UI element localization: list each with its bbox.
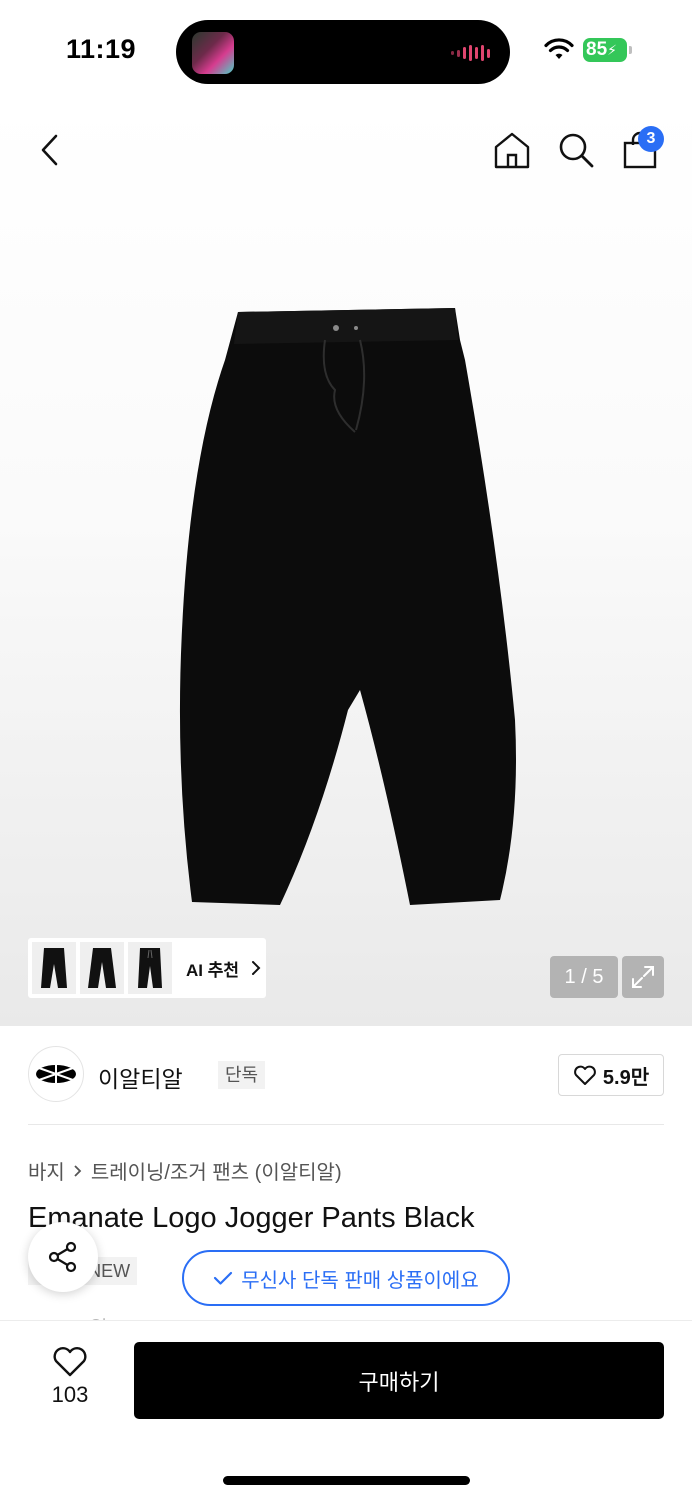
dynamic-island[interactable] xyxy=(176,20,510,84)
recommended-item-thumbnail[interactable] xyxy=(80,942,124,994)
pants-thumbnail-icon xyxy=(88,948,116,988)
breadcrumb-item[interactable]: 바지 xyxy=(28,1156,65,1185)
check-icon xyxy=(214,1271,233,1285)
heart-outline-icon xyxy=(53,1347,87,1377)
wifi-icon xyxy=(544,38,574,59)
product-price: 38,000원 xyxy=(28,1312,108,1320)
exclusive-sale-toast: 무신사 단독 판매 상품이에요 xyxy=(182,1250,510,1306)
cart-count-badge: 3 xyxy=(638,126,664,152)
brand-name[interactable]: 이알티알 xyxy=(98,1060,183,1094)
toast-text: 무신사 단독 판매 상품이에요 xyxy=(241,1269,479,1292)
brand-row: 이알티알 단독 5.9만 xyxy=(28,1046,664,1104)
heart-outline-icon xyxy=(574,1065,596,1085)
share-button[interactable] xyxy=(28,1222,98,1292)
home-button[interactable] xyxy=(490,128,534,172)
recommended-item-thumbnail[interactable] xyxy=(128,942,172,994)
pants-thumbnail-icon xyxy=(138,948,162,988)
now-playing-artwork xyxy=(192,32,234,74)
status-time: 11:19 xyxy=(66,34,137,64)
image-page-counter: 1 / 5 xyxy=(550,956,618,998)
brand-logo-icon xyxy=(36,1065,76,1083)
share-icon xyxy=(48,1241,77,1273)
charging-icon: ⚡ xyxy=(607,42,617,58)
buy-button[interactable]: 구매하기 xyxy=(134,1342,664,1419)
battery-indicator: 85⚡ xyxy=(583,38,632,62)
back-button[interactable] xyxy=(28,128,72,172)
brand-logo[interactable] xyxy=(28,1046,84,1102)
exclusive-badge: 단독 xyxy=(218,1061,266,1089)
product-image-jogger-pants[interactable] xyxy=(170,300,530,920)
search-icon xyxy=(559,133,594,168)
chevron-right-icon xyxy=(252,961,261,975)
wishlist-count: 103 xyxy=(51,1382,89,1407)
expand-icon xyxy=(632,966,654,988)
search-button[interactable] xyxy=(554,128,598,172)
battery-level: 85 xyxy=(586,39,608,60)
breadcrumb: 바지 트레이닝/조거 팬츠 (이알티알) xyxy=(28,1156,342,1185)
breadcrumb-item[interactable]: 트레이닝/조거 팬츠 (이알티알) xyxy=(91,1156,342,1185)
wishlist-button[interactable]: 103 xyxy=(40,1346,100,1416)
product-title: Emanate Logo Jogger Pants Black xyxy=(28,1202,475,1234)
ai-recommendation-strip[interactable]: AI 추천 xyxy=(28,938,266,998)
home-indicator[interactable] xyxy=(223,1476,470,1485)
back-arrow-icon xyxy=(41,134,58,166)
status-bar: 11:19 85⚡ xyxy=(0,0,692,100)
audio-wave-icon xyxy=(451,44,490,62)
divider xyxy=(28,1124,664,1125)
ai-recommend-label[interactable]: AI 추천 xyxy=(186,956,239,981)
home-icon xyxy=(494,132,530,169)
brand-like-button[interactable]: 5.9만 xyxy=(558,1054,664,1096)
pants-thumbnail-icon xyxy=(41,948,67,988)
expand-image-button[interactable] xyxy=(622,956,664,998)
brand-like-count: 5.9만 xyxy=(602,1066,650,1089)
chevron-right-icon xyxy=(74,1164,82,1177)
recommended-item-thumbnail[interactable] xyxy=(32,942,76,994)
